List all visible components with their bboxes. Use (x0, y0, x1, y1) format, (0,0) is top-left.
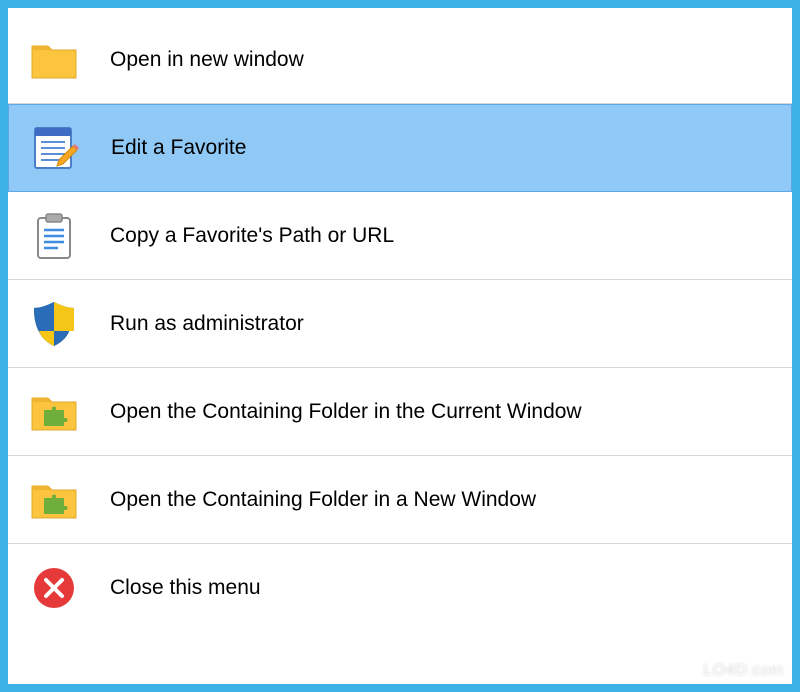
clipboard-icon (26, 208, 82, 264)
window-frame: Open in new window Edit a Favorite (0, 0, 800, 692)
menu-item-label: Open the Containing Folder in a New Wind… (110, 488, 536, 512)
shield-icon (26, 296, 82, 352)
menu-item-copy-path[interactable]: Copy a Favorite's Path or URL (8, 192, 792, 280)
context-menu: Open in new window Edit a Favorite (8, 8, 792, 684)
menu-item-edit-favorite[interactable]: Edit a Favorite (8, 104, 792, 192)
menu-item-open-new-window[interactable]: Open in new window (8, 16, 792, 104)
folder-icon (26, 32, 82, 88)
menu-item-label: Close this menu (110, 576, 261, 600)
watermark-text: LO4D.com (704, 662, 784, 680)
menu-item-open-containing-current[interactable]: Open the Containing Folder in the Curren… (8, 368, 792, 456)
menu-item-open-containing-new[interactable]: Open the Containing Folder in a New Wind… (8, 456, 792, 544)
menu-item-label: Open in new window (110, 48, 304, 72)
menu-item-close-menu[interactable]: Close this menu (8, 544, 792, 632)
menu-item-label: Copy a Favorite's Path or URL (110, 224, 394, 248)
menu-item-run-admin[interactable]: Run as administrator (8, 280, 792, 368)
menu-item-label: Run as administrator (110, 312, 304, 336)
menu-item-label: Open the Containing Folder in the Curren… (110, 400, 582, 424)
folder-puzzle-icon (26, 384, 82, 440)
menu-item-label: Edit a Favorite (111, 136, 246, 160)
edit-favorite-icon (27, 120, 83, 176)
close-icon (26, 560, 82, 616)
folder-puzzle-icon (26, 472, 82, 528)
